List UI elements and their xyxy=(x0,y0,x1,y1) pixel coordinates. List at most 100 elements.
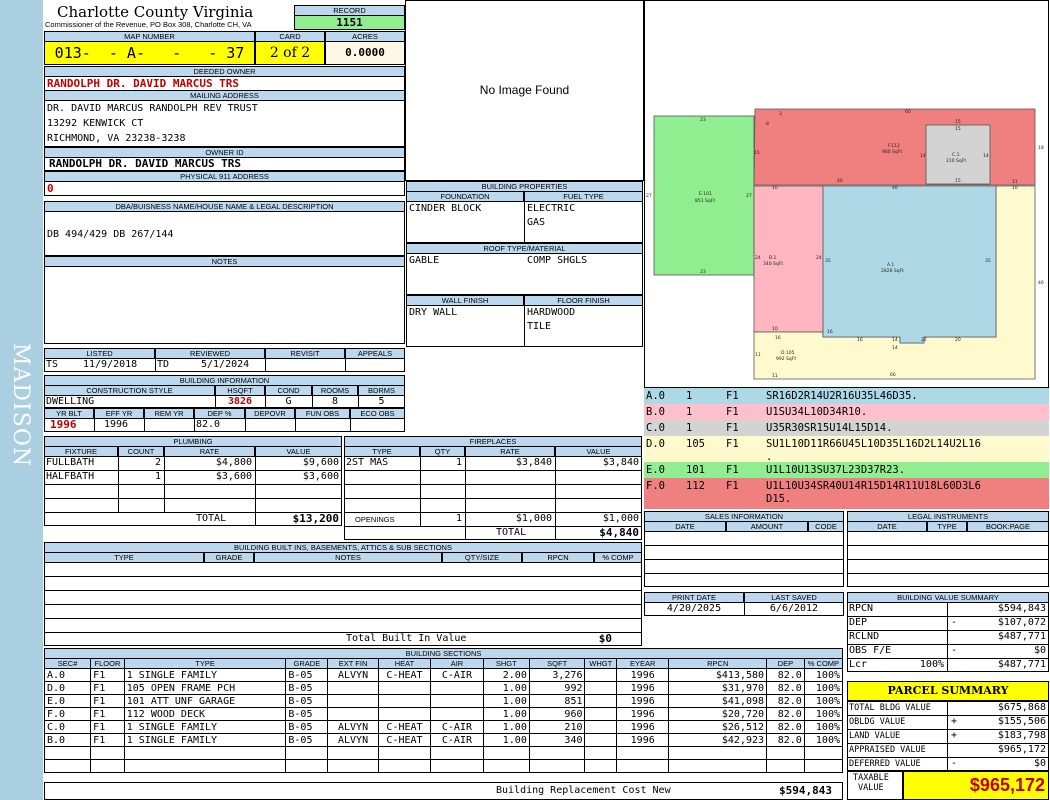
dim-9: 14 xyxy=(920,153,926,159)
section-cell: $413,580 xyxy=(668,668,768,682)
building-sketch: E.101 851 SqFt F.112 960 SqFt C.1 210 Sq… xyxy=(646,108,1044,380)
roof-box xyxy=(406,253,643,295)
dim-10: 14 xyxy=(983,153,989,159)
section-cell xyxy=(803,759,844,773)
section-cell xyxy=(377,681,432,695)
section-cell: 340 xyxy=(528,733,586,747)
sections-col-0: SEC# xyxy=(43,658,92,669)
section-cell: B-05 xyxy=(285,668,329,682)
section-cell: B-05 xyxy=(285,720,329,734)
section-cell: C-AIR xyxy=(430,733,484,747)
segment-qty: 1 xyxy=(686,390,693,402)
dim-23: 10 xyxy=(772,326,778,332)
section-cell xyxy=(615,759,670,773)
section-cell: 100% xyxy=(803,733,844,747)
section-cell: 1 SINGLE FAMILY xyxy=(123,668,287,682)
ps-total-bldg: $675,868 xyxy=(997,702,1046,713)
builtins-total-label: Total Built In Value xyxy=(346,633,467,644)
segment-sec: A.0 xyxy=(646,390,665,402)
roof-type: GABLE xyxy=(409,255,440,266)
plumbing-total: $13,200 xyxy=(292,512,339,525)
section-cell xyxy=(766,759,805,773)
section-cell: ALVYN xyxy=(327,733,379,747)
section-cell: F1 xyxy=(90,694,125,708)
taxable-value: $965,172 xyxy=(903,771,1049,800)
sections-col-2: TYPE xyxy=(123,658,287,669)
area-e-id: E.101 xyxy=(699,191,712,197)
section-cell xyxy=(430,759,484,773)
section-cell: C.0 xyxy=(43,720,92,734)
sections-col-9: WHGT xyxy=(584,658,617,669)
section-cell: ALVYN xyxy=(327,720,379,734)
section-row: B.0 F1 1 SINGLE FAMILY B-05 ALVYN C-HEAT C-AIR… xyxy=(43,733,844,747)
dim-11: 15 xyxy=(955,126,961,132)
area-e-sqft: 851 SqFt xyxy=(695,198,715,204)
section-cell xyxy=(377,707,432,721)
dba-text: DB 494/429 DB 267/144 xyxy=(47,229,174,240)
segment-sec: E.0 xyxy=(646,464,665,476)
county-title: Charlotte County Virginia xyxy=(57,3,254,21)
wall-floor-divider xyxy=(524,305,525,347)
dim-35: 3 xyxy=(779,111,782,117)
dim-26: 20 xyxy=(955,337,961,343)
segment-qty: 101 xyxy=(686,464,705,476)
yrblt-value: 1996 xyxy=(50,418,77,431)
vs-obs-label: OBS F/E xyxy=(849,645,892,656)
section-cell xyxy=(123,759,287,773)
dim-18: 24 xyxy=(755,255,761,261)
parcel-summary-title: PARCEL SUMMARY xyxy=(847,681,1049,701)
section-cell: 100% xyxy=(803,681,844,695)
section-cell: 1 SINGLE FAMILY xyxy=(123,720,287,734)
acres-value: 0.0000 xyxy=(325,41,405,65)
fireplace-total-label: TOTAL xyxy=(496,527,527,538)
deeded-owner: RANDOLPH DR. DAVID MARCUS TRS xyxy=(47,77,240,90)
section-cell xyxy=(584,681,617,695)
sections-col-1: FLOOR xyxy=(90,658,125,669)
section-cell: 1996 xyxy=(615,720,670,734)
vs-lcr-pct: 100% xyxy=(919,659,944,670)
section-cell xyxy=(90,746,125,760)
area-d-id: D.105 xyxy=(781,350,795,356)
section-cell: 82.0 xyxy=(766,733,805,747)
area-b-1 xyxy=(753,185,824,333)
section-cell xyxy=(584,694,617,708)
section-cell: 3,276 xyxy=(528,668,586,682)
section-row: C.0 F1 1 SINGLE FAMILY B-05 ALVYN C-HEAT C-AIR… xyxy=(43,720,844,734)
area-a-sqft: 2826 SqFt xyxy=(881,268,904,274)
section-cell xyxy=(615,746,670,760)
dim-25: 16 xyxy=(857,337,863,343)
vs-dep: $107,072 xyxy=(997,617,1046,628)
section-cell xyxy=(528,746,586,760)
cond-value: G xyxy=(285,396,292,407)
section-cell: 82.0 xyxy=(766,681,805,695)
segment-floor: F1 xyxy=(726,438,739,450)
dim-8: 18 xyxy=(1038,145,1044,151)
area-d-sqft: 992 SqFt xyxy=(776,356,796,362)
sections-col-5: HEAT xyxy=(377,658,432,669)
section-cell xyxy=(584,746,617,760)
area-f-id: F.112 xyxy=(888,143,900,149)
section-cell xyxy=(584,720,617,734)
section-cell: 1.00 xyxy=(482,720,530,734)
section-cell: C-AIR xyxy=(430,720,484,734)
section-cell: 1.00 xyxy=(482,694,530,708)
openings-label: OPENINGS xyxy=(355,515,395,524)
plumbing-count-2: 1 xyxy=(154,471,161,482)
dim-5: 60 xyxy=(905,109,911,115)
section-cell xyxy=(327,759,379,773)
section-cell: D.0 xyxy=(43,681,92,695)
ps-deferred-label: DEFERRED VALUE xyxy=(849,759,921,769)
mailing-line-3: RICHMOND, VA 23238-3238 xyxy=(47,133,186,144)
section-cell: F1 xyxy=(90,668,125,682)
section-cell: B-05 xyxy=(285,681,329,695)
section-cell: ALVYN xyxy=(327,668,379,682)
area-c-sqft: 210 SqFt xyxy=(946,158,966,164)
rcn-row xyxy=(44,782,843,800)
section-cell xyxy=(90,759,125,773)
effyr-value: 1996 xyxy=(104,419,129,430)
vs-lcr: $487,771 xyxy=(997,659,1046,670)
section-cell xyxy=(803,746,844,760)
segment-code: U1SU34L10D34R10. xyxy=(766,406,868,418)
section-row: E.0 F1 101 ATT UNF GARAGE B-05 1.00 851 1996 $4… xyxy=(43,694,844,708)
section-cell xyxy=(482,759,530,773)
